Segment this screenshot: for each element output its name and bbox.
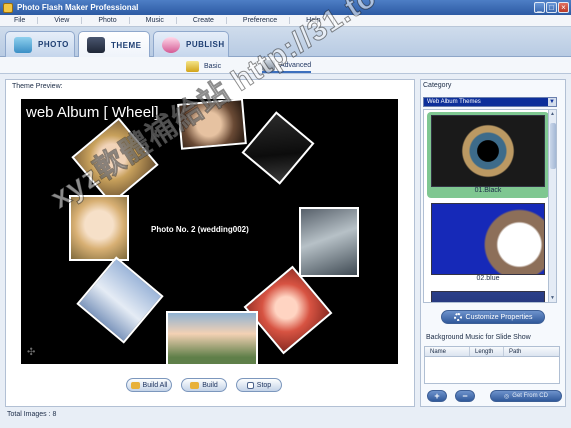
maximize-button[interactable]: □ xyxy=(546,2,557,13)
close-button[interactable]: × xyxy=(558,2,569,13)
music-table-header: Name Length Path xyxy=(425,347,559,357)
category-label: Category xyxy=(423,82,452,89)
gear-icon xyxy=(453,313,462,321)
scroll-down-icon[interactable]: ▼ xyxy=(549,294,556,302)
tab-publish[interactable]: PUBLISH xyxy=(153,31,229,57)
stop-label: Stop xyxy=(256,381,272,389)
photo-caption: Photo No. 2 (wedding002) xyxy=(151,225,249,234)
theme-thumbnail xyxy=(431,291,545,302)
preview-stage[interactable]: web Album [ Wheel] Photo No. 2 (wedding0… xyxy=(21,99,398,364)
stop-button[interactable]: Stop xyxy=(236,378,282,392)
build-icon xyxy=(190,381,200,389)
menu-music[interactable]: Music xyxy=(146,17,177,24)
window-controls: _ □ × xyxy=(534,2,569,13)
music-section-label: Background Music for Slide Show xyxy=(426,334,531,341)
theme-name: 02.blue xyxy=(476,275,500,282)
scroll-up-icon[interactable]: ▲ xyxy=(549,110,556,118)
customize-properties-button[interactable]: Customize Properties xyxy=(441,310,545,324)
scroll-thumb[interactable] xyxy=(550,123,556,169)
build-all-label: Build All xyxy=(142,381,168,389)
menu-file[interactable]: File xyxy=(14,17,39,24)
menu-create[interactable]: Create xyxy=(193,17,227,24)
add-music-button[interactable]: + xyxy=(427,390,447,402)
build-all-icon xyxy=(130,381,140,389)
tab-publish-label: PUBLISH xyxy=(186,40,225,49)
get-from-cd-label: Get From CD xyxy=(512,393,548,399)
wheel-photo xyxy=(166,311,258,364)
column-path[interactable]: Path xyxy=(504,347,559,356)
music-actions: + − ◎ Get From CD xyxy=(427,390,562,402)
menu-photo[interactable]: Photo xyxy=(98,17,130,24)
theme-selector-panel: Category Web Album Themes ▼ 01.Black 02.… xyxy=(420,79,566,407)
customize-properties-label: Customize Properties xyxy=(465,313,533,321)
theme-thumbnail xyxy=(431,115,545,187)
app-icon xyxy=(3,2,13,13)
tab-theme[interactable]: THEME xyxy=(78,31,150,58)
theme-list: 01.Black 02.blue ▲ ▼ xyxy=(423,109,557,303)
build-buttons: Build All Build Stop xyxy=(126,378,282,392)
wheel-photo xyxy=(241,111,315,185)
theme-list-scrollbar[interactable]: ▲ ▼ xyxy=(548,110,556,302)
cd-icon: ◎ xyxy=(504,393,510,400)
photo-tab-icon xyxy=(14,36,32,53)
theme-item[interactable]: 01.Black xyxy=(427,112,549,198)
minimize-button[interactable]: _ xyxy=(534,2,545,13)
total-images-status: Total Images : 8 xyxy=(7,411,57,418)
category-dropdown[interactable]: Web Album Themes ▼ xyxy=(423,97,557,107)
chevron-down-icon[interactable]: ▼ xyxy=(548,98,556,106)
remove-music-button[interactable]: − xyxy=(455,390,475,402)
preview-label: Theme Preview: xyxy=(12,83,63,90)
theme-item[interactable] xyxy=(427,288,549,302)
basic-icon xyxy=(186,60,199,72)
build-label: Build xyxy=(202,381,218,389)
column-name[interactable]: Name xyxy=(425,347,470,356)
theme-thumbnail xyxy=(431,203,545,275)
publish-tab-icon xyxy=(162,36,180,53)
wheel-photo xyxy=(76,256,164,344)
theme-name: 01.Black xyxy=(474,187,502,194)
theme-preview-panel: Theme Preview: web Album [ Wheel] Photo … xyxy=(5,79,415,407)
stop-icon xyxy=(246,381,254,389)
wheel-photo xyxy=(299,207,359,277)
theme-tab-icon xyxy=(87,37,105,53)
menu-view[interactable]: View xyxy=(54,17,83,24)
tab-photo-label: PHOTO xyxy=(38,40,69,49)
tab-theme-label: THEME xyxy=(111,40,142,50)
tab-photo[interactable]: PHOTO xyxy=(5,31,75,57)
build-all-button[interactable]: Build All xyxy=(126,378,172,392)
stage-corner-icon: ✣ xyxy=(27,347,36,358)
music-table[interactable]: Name Length Path xyxy=(424,346,560,384)
title-bar: Photo Flash Maker Professional _ □ × xyxy=(0,0,571,15)
get-from-cd-button[interactable]: ◎ Get From CD xyxy=(490,390,562,402)
theme-item[interactable]: 02.blue xyxy=(427,200,549,286)
window-title: Photo Flash Maker Professional xyxy=(17,3,139,12)
category-selected-value: Web Album Themes xyxy=(427,99,481,105)
build-button[interactable]: Build xyxy=(181,378,227,392)
column-length[interactable]: Length xyxy=(470,347,504,356)
